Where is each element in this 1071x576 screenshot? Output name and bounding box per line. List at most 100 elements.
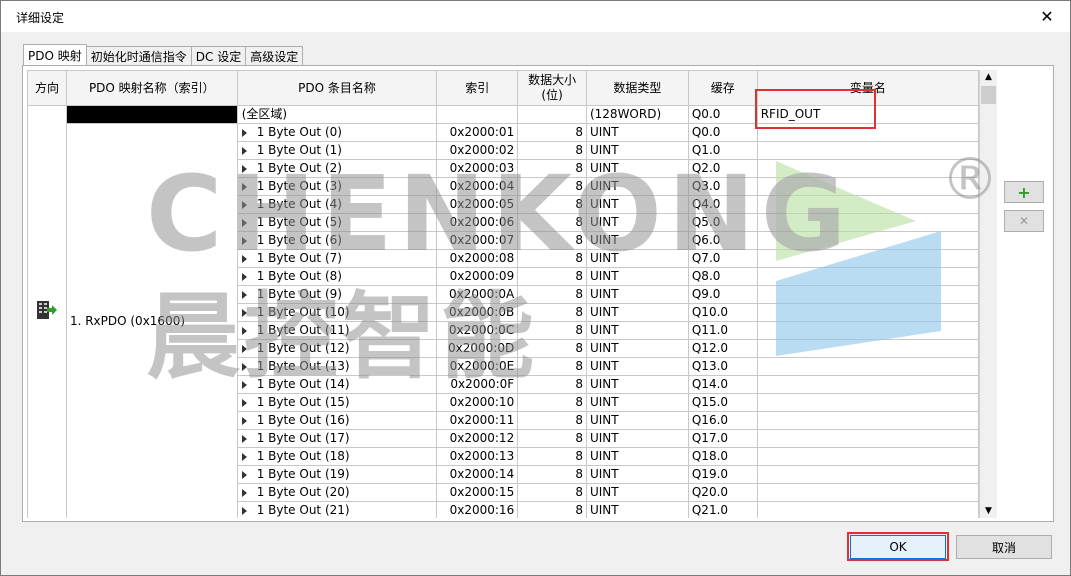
entry-name[interactable]: 1 Byte Out (17): [236, 429, 438, 448]
entry-name[interactable]: 1 Byte Out (6): [236, 231, 438, 250]
remove-entry-button[interactable]: ✕: [1004, 210, 1044, 232]
entry-variable[interactable]: [756, 177, 979, 196]
entry-variable[interactable]: [756, 339, 979, 358]
variable-name-input[interactable]: RFID_OUT: [756, 105, 979, 124]
expand-arrow-icon[interactable]: [241, 326, 247, 335]
entry-variable[interactable]: [756, 447, 979, 466]
entry-variable[interactable]: [756, 195, 979, 214]
entry-variable[interactable]: [756, 483, 979, 502]
expand-arrow-icon[interactable]: [241, 200, 247, 209]
expand-arrow-icon[interactable]: [241, 470, 247, 479]
entry-name[interactable]: 1 Byte Out (13): [236, 357, 438, 376]
tab-advanced[interactable]: 高级设定: [245, 46, 304, 65]
entry-variable[interactable]: [756, 159, 979, 178]
entry-name[interactable]: 1 Byte Out (14): [236, 375, 438, 394]
col-data-size[interactable]: 数据大小 (位): [517, 70, 587, 106]
entry-name[interactable]: 1 Byte Out (5): [236, 213, 438, 232]
entry-variable[interactable]: [756, 213, 979, 232]
entry-variable[interactable]: [756, 375, 979, 394]
entry-name[interactable]: 1 Byte Out (21): [236, 501, 438, 518]
entry-name-label: 1 Byte Out (10): [256, 305, 350, 319]
entry-name[interactable]: 1 Byte Out (19): [236, 465, 438, 484]
expand-arrow-icon[interactable]: [241, 218, 247, 227]
expand-arrow-icon[interactable]: [241, 434, 247, 443]
entry-variable[interactable]: [756, 249, 979, 268]
expand-arrow-icon[interactable]: [241, 380, 247, 389]
col-data-type[interactable]: 数据类型: [585, 70, 689, 106]
expand-arrow-icon[interactable]: [241, 362, 247, 371]
expand-arrow-icon[interactable]: [241, 236, 247, 245]
entry-name[interactable]: 1 Byte Out (9): [236, 285, 438, 304]
entry-variable[interactable]: [756, 357, 979, 376]
entry-name[interactable]: 1 Byte Out (10): [236, 303, 438, 322]
entry-variable[interactable]: [756, 285, 979, 304]
entry-name[interactable]: 1 Byte Out (8): [236, 267, 438, 286]
entry-variable[interactable]: [756, 267, 979, 286]
expand-arrow-icon[interactable]: [241, 452, 247, 461]
entry-name[interactable]: 1 Byte Out (2): [236, 159, 438, 178]
entry-name[interactable]: 1 Byte Out (7): [236, 249, 438, 268]
tab-pdo-mapping[interactable]: PDO 映射: [23, 44, 87, 65]
expand-arrow-icon[interactable]: [241, 398, 247, 407]
entry-size: 8: [517, 231, 587, 250]
entry-name[interactable]: 1 Byte Out (11): [236, 321, 438, 340]
close-button[interactable]: ✕: [1024, 1, 1070, 32]
summary-row[interactable]: (全区域) (128WORD) Q0.0 RFID_OUT: [27, 105, 979, 518]
entry-variable[interactable]: [756, 321, 979, 340]
entry-variable[interactable]: [756, 141, 979, 160]
entry-name[interactable]: 1 Byte Out (16): [236, 411, 438, 430]
entry-index: 0x2000:0D: [436, 339, 519, 358]
entry-variable[interactable]: [756, 411, 979, 430]
entry-variable[interactable]: [756, 429, 979, 448]
expand-arrow-icon[interactable]: [241, 254, 247, 263]
entry-name-label: 1 Byte Out (5): [256, 215, 342, 229]
entry-name[interactable]: 1 Byte Out (4): [236, 195, 438, 214]
entry-variable[interactable]: [756, 501, 979, 518]
entry-name[interactable]: 1 Byte Out (20): [236, 483, 438, 502]
expand-arrow-icon[interactable]: [241, 146, 247, 155]
expand-arrow-icon[interactable]: [241, 272, 247, 281]
entry-variable[interactable]: [756, 231, 979, 250]
mapping-name-cell[interactable]: 1. RxPDO (0x1600): [65, 123, 238, 518]
entry-name[interactable]: 1 Byte Out (1): [236, 141, 438, 160]
table-row[interactable]: 1. RxPDO (0x1600) 1 Byte Out (0) 0x2000:01…: [28, 123, 979, 518]
scroll-up-icon[interactable]: ▲: [980, 70, 997, 84]
scroll-thumb[interactable]: [981, 86, 996, 104]
expand-arrow-icon[interactable]: [241, 164, 247, 173]
expand-arrow-icon[interactable]: [241, 308, 247, 317]
col-mapping-name[interactable]: PDO 映射名称（索引）: [65, 70, 238, 106]
entry-name[interactable]: 1 Byte Out (0): [236, 123, 438, 142]
col-entry-name[interactable]: PDO 条目名称: [236, 70, 438, 106]
expand-arrow-icon[interactable]: [241, 290, 247, 299]
entry-name[interactable]: 1 Byte Out (3): [236, 177, 438, 196]
cancel-button[interactable]: 取消: [956, 535, 1052, 559]
entry-variable[interactable]: [756, 303, 979, 322]
entry-variable[interactable]: [756, 465, 979, 484]
tab-init-commands[interactable]: 初始化时通信指令: [85, 46, 192, 65]
ok-button[interactable]: OK: [850, 535, 946, 559]
entry-name[interactable]: 1 Byte Out (12): [236, 339, 438, 358]
entry-cache: Q11.0: [687, 321, 758, 340]
expand-arrow-icon[interactable]: [241, 416, 247, 425]
entry-name[interactable]: 1 Byte Out (15): [236, 393, 438, 412]
mapping-name-selected-cell[interactable]: [65, 105, 238, 124]
expand-arrow-icon[interactable]: [241, 506, 247, 515]
entry-variable[interactable]: [756, 123, 979, 142]
tab-dc-settings[interactable]: DC 设定: [190, 46, 247, 65]
entry-name-label: 1 Byte Out (21): [256, 503, 350, 517]
col-variable-name[interactable]: 变量名: [756, 70, 979, 106]
entry-cache: Q14.0: [687, 375, 758, 394]
scroll-down-icon[interactable]: ▼: [980, 504, 997, 518]
expand-arrow-icon[interactable]: [241, 128, 247, 137]
col-direction[interactable]: 方向: [27, 70, 67, 106]
vertical-scrollbar[interactable]: ▲ ▼: [980, 70, 997, 518]
entry-variable[interactable]: [756, 393, 979, 412]
expand-arrow-icon[interactable]: [241, 488, 247, 497]
entry-name-label: 1 Byte Out (9): [256, 287, 342, 301]
expand-arrow-icon[interactable]: [241, 182, 247, 191]
add-entry-button[interactable]: +: [1004, 181, 1044, 203]
expand-arrow-icon[interactable]: [241, 344, 247, 353]
col-index[interactable]: 索引: [436, 70, 519, 106]
entry-name[interactable]: 1 Byte Out (18): [236, 447, 438, 466]
col-cache[interactable]: 缓存: [687, 70, 758, 106]
